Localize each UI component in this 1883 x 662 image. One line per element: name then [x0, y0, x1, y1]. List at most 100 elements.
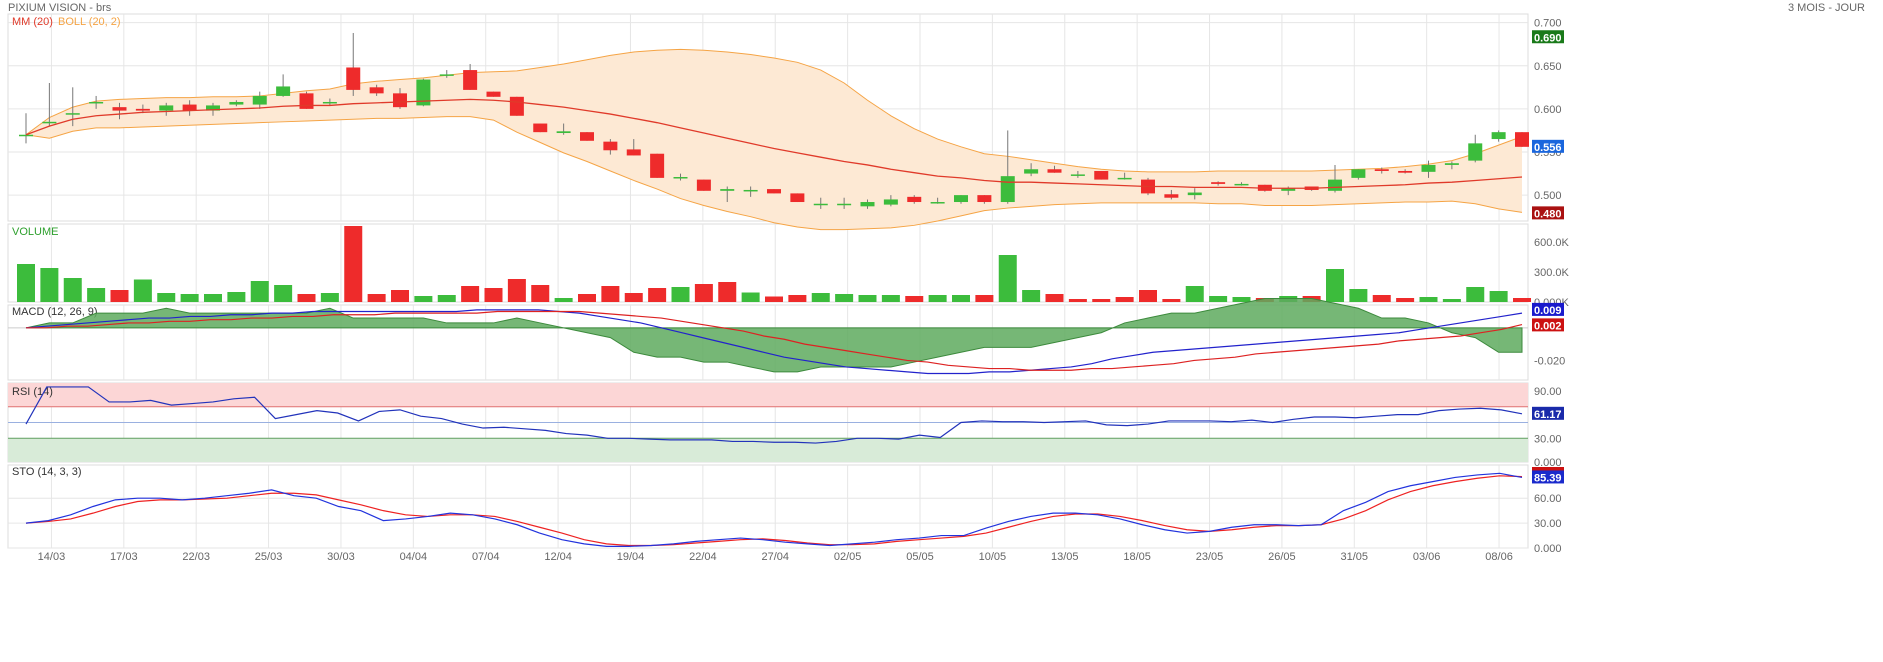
candle-body: [1444, 163, 1459, 165]
price-low-badge: 0.480: [1534, 208, 1562, 220]
candle-body: [1094, 170, 1109, 180]
macd-tick-label: -0.020: [1534, 355, 1565, 367]
candle-body: [1070, 174, 1085, 176]
ma-legend: MM (20): [12, 16, 53, 28]
date-tick-label: 12/04: [544, 551, 572, 563]
date-tick-label: 04/04: [400, 551, 428, 563]
volume-bar: [344, 226, 363, 302]
date-tick-label: 05/05: [906, 551, 934, 563]
volume-bar: [1396, 298, 1415, 302]
volume-bar: [180, 294, 199, 302]
volume-bar: [1372, 295, 1391, 302]
date-tick-label: 25/03: [255, 551, 283, 563]
candle-body: [1515, 132, 1529, 147]
volume-bar: [1419, 297, 1438, 302]
date-tick-label: 22/04: [689, 551, 717, 563]
candle-body: [346, 67, 361, 90]
candle-body: [650, 153, 665, 178]
volume-bar: [811, 293, 830, 302]
sto-tick-label: 30.00: [1534, 518, 1562, 530]
pane-frame: [7, 464, 1529, 549]
volume-bar: [1185, 286, 1204, 302]
date-tick-label: 31/05: [1341, 551, 1369, 563]
stock-chart: 0.7000.6500.6000.5500.500MM (20) BOLL (20…: [7, 13, 1570, 563]
sto-title: STO (14, 3, 3): [12, 466, 82, 478]
volume-bar: [484, 288, 503, 302]
volume-bar: [975, 295, 994, 302]
volume-bar: [788, 295, 807, 302]
candle-body: [603, 141, 618, 151]
candle-body: [1234, 183, 1249, 186]
candle-body: [1374, 169, 1389, 171]
candle-body: [977, 195, 992, 203]
price-tick-label: 0.650: [1534, 61, 1562, 73]
date-tick-label: 30/03: [327, 551, 355, 563]
candle-body: [42, 121, 57, 124]
date-tick-label: 17/03: [110, 551, 138, 563]
volume-bar: [227, 292, 246, 302]
candle-body: [486, 91, 501, 97]
price-tick-label: 0.500: [1534, 190, 1562, 202]
candle-body: [1211, 182, 1226, 184]
chart-root: 0.700 0.650 0.600 0.550 0.500 MM (20) BOLL (20…: [0, 0, 1883, 662]
candle-body: [1491, 132, 1506, 140]
candle-body: [743, 189, 758, 192]
rsi-overbought-zone: [8, 383, 1528, 407]
price-tick-label: 0.700: [1534, 18, 1562, 30]
volume-bar: [1139, 290, 1157, 302]
volume-bar: [320, 293, 339, 302]
candle-body: [65, 113, 80, 115]
volume-bar: [461, 286, 480, 302]
candle-body: [182, 104, 197, 111]
candle-body: [1047, 169, 1062, 173]
volume-bar: [1115, 297, 1134, 302]
candle-body: [1164, 194, 1179, 198]
candle-body: [930, 202, 945, 204]
date-tick-label: 23/05: [1196, 551, 1224, 563]
pane-frame: [7, 223, 1529, 303]
date-tick-label: 02/05: [834, 551, 862, 563]
boll-legend: BOLL (20, 2): [58, 16, 121, 28]
candle-body: [1468, 143, 1483, 161]
volume-bar: [250, 281, 269, 302]
candle-body: [720, 189, 735, 191]
candle-body: [907, 196, 922, 203]
rsi-tick-label: 30.00: [1534, 433, 1562, 445]
volume-bar: [952, 295, 970, 302]
volume-bar: [671, 287, 690, 302]
rsi-badge: 61.17: [1534, 409, 1562, 421]
price-tick-label: 0.600: [1534, 104, 1562, 116]
date-tick-label: 14/03: [38, 551, 66, 563]
period-label[interactable]: 3 MOIS - JOUR: [1788, 2, 1865, 14]
candle-body: [463, 70, 478, 90]
volume-bar: [1045, 294, 1064, 302]
candle-body: [252, 95, 267, 105]
volume-bar: [998, 255, 1017, 302]
volume-bar: [624, 293, 643, 302]
candle-body: [1187, 192, 1202, 196]
candle-body: [790, 193, 805, 203]
volume-bar: [694, 284, 713, 302]
date-tick-label: 10/05: [979, 551, 1007, 563]
volume-bar: [718, 282, 737, 302]
candle-body: [229, 101, 244, 105]
volume-bar: [835, 294, 854, 302]
candle-body: [1351, 169, 1366, 178]
volume-bar: [274, 285, 293, 302]
volume-bar: [414, 296, 433, 302]
date-tick-label: 13/05: [1051, 551, 1079, 563]
candle-body: [860, 202, 875, 207]
candle-body: [837, 203, 852, 206]
candle-body: [89, 101, 104, 104]
volume-bar: [157, 293, 176, 302]
volume-bar: [1442, 299, 1461, 302]
date-tick-label: 03/06: [1413, 551, 1441, 563]
candle-body: [1328, 179, 1342, 191]
macd-badge: 0.009: [1534, 305, 1562, 317]
volume-tick-label: 600.0K: [1534, 237, 1570, 249]
candle-body: [159, 105, 174, 111]
volume-bar: [881, 295, 900, 302]
candle-body: [1421, 164, 1436, 172]
candle-body: [533, 123, 548, 133]
date-tick-label: 19/04: [617, 551, 645, 563]
